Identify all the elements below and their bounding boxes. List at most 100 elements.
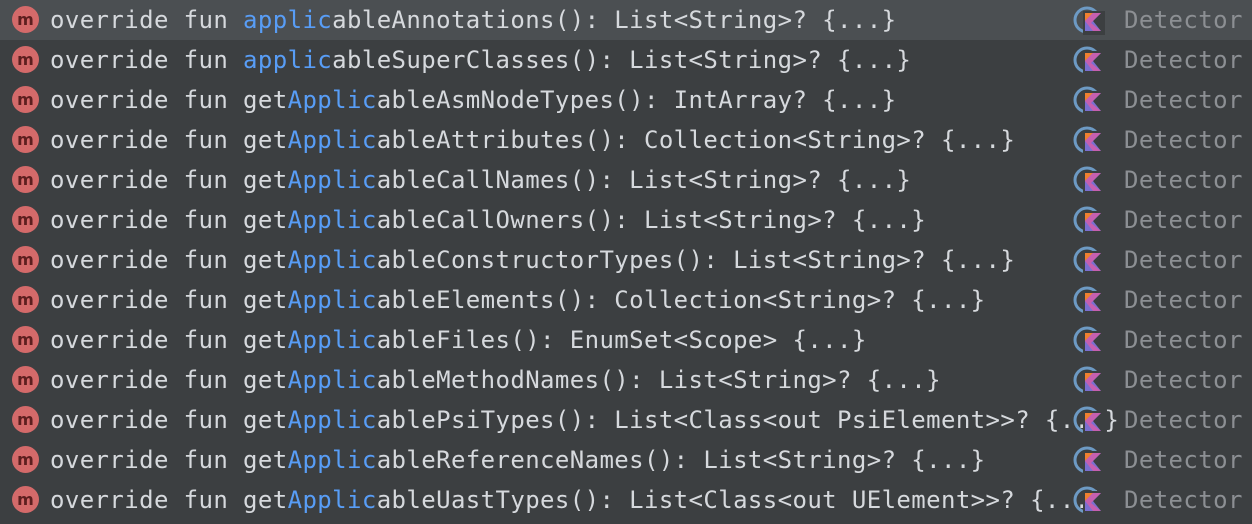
signature-suffix: ableConstructorTypes(): List<String>? {.…	[376, 246, 1016, 274]
method-icon: m	[12, 46, 39, 73]
method-icon: m	[12, 286, 39, 313]
signature-prefix: override fun get	[50, 446, 288, 474]
match-highlight: applic	[243, 46, 333, 74]
completion-item[interactable]: m override fun getApplicablePsiTypes(): …	[0, 400, 1252, 440]
completion-item[interactable]: m override fun getApplicableAttributes()…	[0, 120, 1252, 160]
kotlin-class-icon	[1073, 86, 1105, 115]
match-highlight: Applic	[287, 446, 377, 474]
kotlin-class-icon	[1073, 366, 1105, 395]
completion-item[interactable]: m override fun getApplicableUastTypes():…	[0, 480, 1252, 520]
completion-item[interactable]: m override fun getApplicableCallOwners()…	[0, 200, 1252, 240]
kotlin-class-icon	[1073, 246, 1105, 275]
method-signature: override fun getApplicableAsmNodeTypes()…	[50, 80, 896, 120]
method-icon: m	[12, 126, 39, 153]
containing-class-name: Detector	[1124, 486, 1243, 514]
kotlin-class-icon	[1073, 46, 1105, 75]
method-signature: override fun getApplicablePsiTypes(): Li…	[50, 400, 1119, 440]
containing-class-name: Detector	[1124, 366, 1243, 394]
kotlin-class-icon	[1073, 486, 1105, 515]
signature-prefix: override fun get	[50, 486, 288, 514]
containing-class-name: Detector	[1124, 286, 1243, 314]
method-icon: m	[12, 206, 39, 233]
completion-item[interactable]: m override fun getApplicableAsmNodeTypes…	[0, 80, 1252, 120]
kotlin-class-icon	[1073, 406, 1105, 435]
match-highlight: Applic	[287, 326, 377, 354]
completion-item[interactable]: m override fun applicableSuperClasses():…	[0, 40, 1252, 80]
method-signature: override fun getApplicableMethodNames():…	[50, 360, 941, 400]
signature-suffix: ableCallOwners(): List<String>? {...}	[376, 206, 927, 234]
method-signature: override fun getApplicableElements(): Co…	[50, 280, 986, 320]
completion-item[interactable]: m override fun getApplicableMethodNames(…	[0, 360, 1252, 400]
containing-class-name: Detector	[1124, 406, 1243, 434]
signature-suffix: ableFiles(): EnumSet<Scope> {...}	[376, 326, 867, 354]
completion-item[interactable]: m override fun applicableAnnotations(): …	[0, 0, 1252, 40]
signature-suffix: ablePsiTypes(): List<Class<out PsiElemen…	[376, 406, 1120, 434]
kotlin-class-icon	[1073, 6, 1105, 35]
match-highlight: Applic	[287, 206, 377, 234]
match-highlight: Applic	[287, 286, 377, 314]
signature-prefix: override fun get	[50, 206, 288, 234]
signature-suffix: ableUastTypes(): List<Class<out UElement…	[376, 486, 1105, 514]
method-icon: m	[12, 166, 39, 193]
signature-prefix: override fun get	[50, 366, 288, 394]
signature-prefix: override fun get	[50, 286, 288, 314]
method-icon: m	[12, 406, 39, 433]
method-signature: override fun getApplicableCallOwners(): …	[50, 200, 926, 240]
match-highlight: Applic	[287, 126, 377, 154]
kotlin-class-icon	[1073, 286, 1105, 315]
signature-suffix: ableAsmNodeTypes(): IntArray? {...}	[376, 86, 897, 114]
containing-class-name: Detector	[1124, 326, 1243, 354]
signature-prefix: override fun	[50, 46, 244, 74]
method-icon: m	[12, 366, 39, 393]
signature-suffix: ableAnnotations(): List<String>? {...}	[332, 6, 897, 34]
match-highlight: Applic	[287, 246, 377, 274]
completion-item[interactable]: m override fun getApplicableConstructorT…	[0, 240, 1252, 280]
signature-prefix: override fun get	[50, 246, 288, 274]
match-highlight: Applic	[287, 366, 377, 394]
signature-suffix: ableMethodNames(): List<String>? {...}	[376, 366, 941, 394]
containing-class-name: Detector	[1124, 46, 1243, 74]
kotlin-class-icon	[1073, 326, 1105, 355]
method-signature: override fun getApplicableFiles(): EnumS…	[50, 320, 867, 360]
containing-class-name: Detector	[1124, 86, 1243, 114]
method-signature: override fun applicableAnnotations(): Li…	[50, 0, 896, 40]
kotlin-class-icon	[1073, 206, 1105, 235]
signature-suffix: ableAttributes(): Collection<String>? {.…	[376, 126, 1016, 154]
match-highlight: Applic	[287, 406, 377, 434]
completion-item[interactable]: m override fun getApplicableElements(): …	[0, 280, 1252, 320]
containing-class-name: Detector	[1124, 126, 1243, 154]
signature-suffix: ableElements(): Collection<String>? {...…	[376, 286, 986, 314]
signature-prefix: override fun get	[50, 326, 288, 354]
method-icon: m	[12, 486, 39, 513]
match-highlight: applic	[243, 6, 333, 34]
kotlin-class-icon	[1073, 446, 1105, 475]
method-signature: override fun getApplicableCallNames(): L…	[50, 160, 911, 200]
method-icon: m	[12, 326, 39, 353]
completion-item[interactable]: m override fun getApplicableCallNames():…	[0, 160, 1252, 200]
containing-class-name: Detector	[1124, 246, 1243, 274]
containing-class-name: Detector	[1124, 166, 1243, 194]
method-signature: override fun getApplicableAttributes(): …	[50, 120, 1015, 160]
signature-suffix: ableReferenceNames(): List<String>? {...…	[376, 446, 986, 474]
method-icon: m	[12, 446, 39, 473]
signature-prefix: override fun	[50, 6, 244, 34]
method-icon: m	[12, 246, 39, 273]
method-icon: m	[12, 6, 39, 33]
match-highlight: Applic	[287, 86, 377, 114]
signature-prefix: override fun get	[50, 86, 288, 114]
signature-suffix: ableCallNames(): List<String>? {...}	[376, 166, 912, 194]
containing-class-name: Detector	[1124, 446, 1243, 474]
method-icon: m	[12, 86, 39, 113]
method-signature: override fun getApplicableConstructorTyp…	[50, 240, 1015, 280]
signature-prefix: override fun get	[50, 406, 288, 434]
match-highlight: Applic	[287, 166, 377, 194]
signature-prefix: override fun get	[50, 166, 288, 194]
completion-item[interactable]: m override fun getApplicableFiles(): Enu…	[0, 320, 1252, 360]
completion-list: m override fun applicableAnnotations(): …	[0, 0, 1252, 520]
kotlin-class-icon	[1073, 126, 1105, 155]
kotlin-class-icon	[1073, 166, 1105, 195]
method-signature: override fun applicableSuperClasses(): L…	[50, 40, 911, 80]
method-signature: override fun getApplicableUastTypes(): L…	[50, 480, 1104, 520]
code-completion-popup: m override fun applicableAnnotations(): …	[0, 0, 1252, 524]
completion-item[interactable]: m override fun getApplicableReferenceNam…	[0, 440, 1252, 480]
